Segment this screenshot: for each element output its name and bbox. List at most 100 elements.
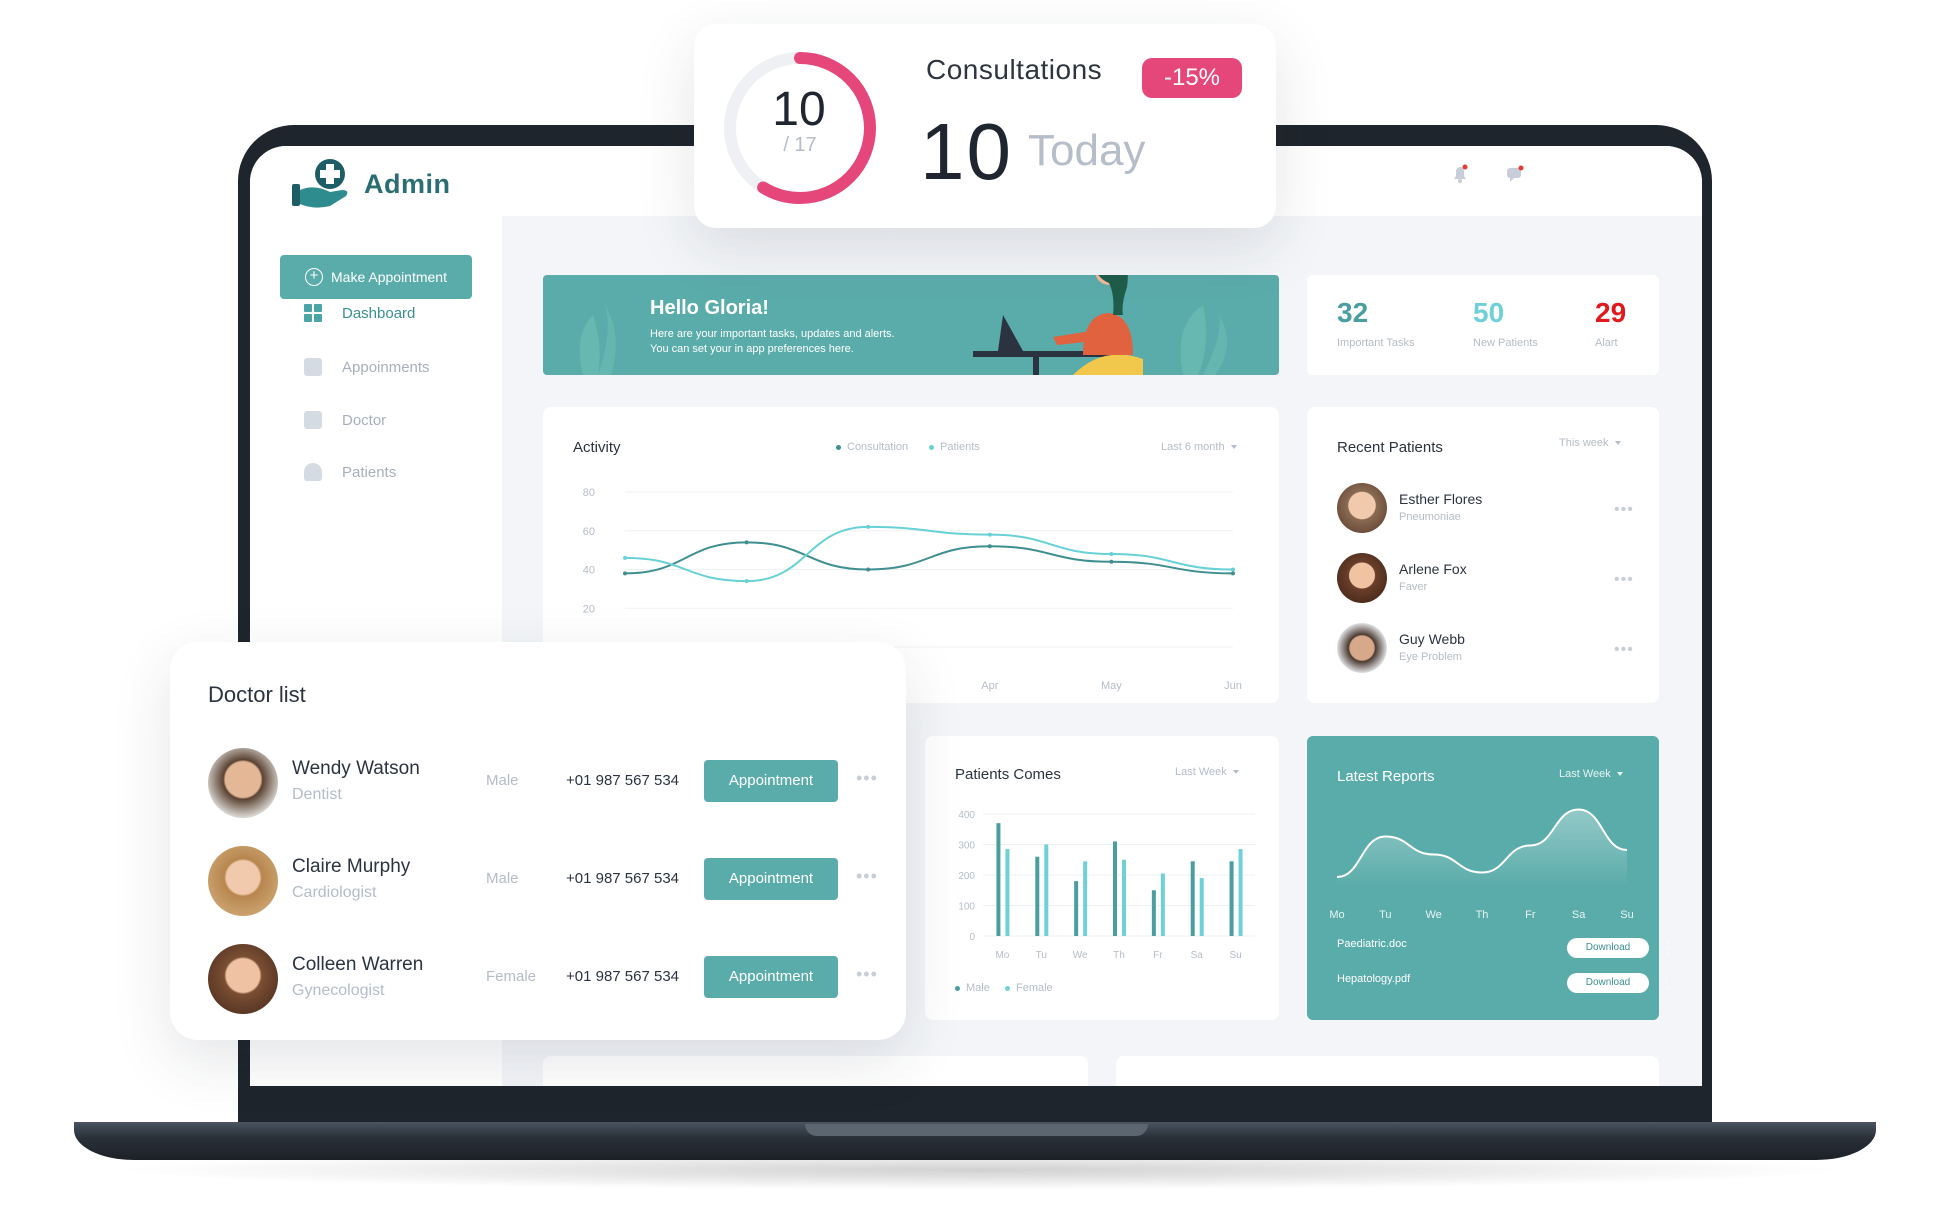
x-tick-label: Fr	[1153, 950, 1163, 961]
bar	[1190, 861, 1195, 936]
bar	[996, 823, 1001, 936]
sidebar-item-label: Dashboard	[342, 304, 416, 322]
today-label: Today	[1028, 126, 1146, 175]
area-fill	[1337, 809, 1627, 886]
bar	[1035, 856, 1040, 936]
welcome-banner: Hello Gloria! Here are your important ta…	[543, 275, 1279, 375]
appointment-button[interactable]: Appointment	[704, 858, 838, 900]
bar	[1122, 859, 1126, 936]
y-tick-label: 80	[583, 487, 595, 499]
legend-female: Female	[1005, 982, 1053, 994]
bar	[1160, 873, 1165, 936]
doctor-name: Wendy Watson	[292, 758, 420, 779]
data-point	[987, 544, 992, 549]
patient-row[interactable]: Arlene Fox Faver •••	[1337, 553, 1637, 609]
recent-patients-title: Recent Patients	[1337, 439, 1443, 456]
more-options-icon[interactable]: •••	[856, 866, 878, 887]
medical-hand-icon	[290, 156, 354, 212]
more-options-icon[interactable]: •••	[856, 964, 878, 985]
recent-patients-period-select[interactable]: This week	[1559, 437, 1621, 449]
sidebar-item-doctor[interactable]: Doctor	[304, 411, 386, 429]
data-point	[1109, 552, 1114, 556]
patient-row[interactable]: Guy Webb Eye Problem •••	[1337, 623, 1637, 679]
legend-male: Male	[955, 982, 990, 994]
x-tick-label: Sa	[1572, 909, 1586, 921]
change-badge: -15%	[1142, 58, 1242, 98]
y-tick-label: 60	[583, 526, 595, 538]
bar	[1151, 890, 1156, 936]
greeting-line-1: Here are your important tasks, updates a…	[650, 328, 895, 340]
bell-icon[interactable]	[1450, 164, 1470, 184]
data-point	[1231, 567, 1235, 572]
ring-value: 10	[772, 83, 826, 136]
sidebar-item-dashboard[interactable]: Dashboard	[304, 304, 415, 322]
doctor-gender: Male	[486, 772, 519, 789]
kebab-menu-icon[interactable]: ⋮	[1660, 973, 1674, 991]
user-icon	[304, 463, 322, 481]
data-point	[866, 524, 871, 529]
avatar	[208, 846, 278, 916]
bar	[1083, 861, 1088, 936]
x-tick-label: Jun	[1224, 680, 1242, 692]
make-appointment-button[interactable]: + Make Appointment	[280, 255, 472, 299]
recent-patients-period-label: This week	[1559, 437, 1609, 449]
download-button[interactable]: Download	[1567, 938, 1649, 958]
bar	[1113, 841, 1117, 936]
today-value: 10	[920, 107, 1013, 196]
stat-important-tasks[interactable]: 32 Important Tasks	[1337, 297, 1414, 349]
data-point	[866, 567, 871, 572]
more-options-icon[interactable]: •••	[1614, 571, 1634, 589]
medical-kit-icon	[304, 411, 322, 429]
more-options-icon[interactable]: •••	[856, 768, 878, 789]
data-point	[623, 555, 627, 560]
app-logo[interactable]: Admin	[290, 156, 451, 212]
doctor-gender: Male	[486, 870, 519, 887]
data-point	[623, 571, 627, 576]
data-point	[744, 540, 749, 545]
stats-card: 32 Important Tasks 50 New Patients 29 Al…	[1307, 275, 1659, 375]
avatar	[208, 748, 278, 818]
sidebar-item-label: Patients	[342, 463, 397, 481]
bar	[1005, 849, 1010, 936]
chat-icon[interactable]	[1505, 164, 1525, 184]
patient-row[interactable]: Esther Flores Pneumoniae •••	[1337, 483, 1637, 539]
more-options-icon[interactable]: •••	[1614, 641, 1634, 659]
data-point	[1109, 559, 1114, 564]
stat-alerts[interactable]: 29 Alart	[1595, 297, 1626, 349]
sidebar-item-patients[interactable]: Patients	[304, 463, 396, 481]
doctor-row: Claire Murphy Cardiologist Male +01 987 …	[208, 846, 888, 916]
x-tick-label: Mo	[995, 950, 1009, 961]
more-options-icon[interactable]: •••	[1614, 501, 1634, 519]
stat-new-patients[interactable]: 50 New Patients	[1473, 297, 1538, 349]
legend-dot	[1005, 985, 1010, 991]
patient-name: Arlene Fox	[1399, 561, 1467, 577]
doctor-specialty: Cardiologist	[292, 884, 377, 901]
y-tick-label: 20	[583, 603, 595, 615]
series-line	[624, 541, 1234, 575]
appointment-button[interactable]: Appointment	[704, 760, 838, 802]
appointment-button[interactable]: Appointment	[704, 956, 838, 998]
avatar	[208, 944, 278, 1014]
avatar	[1337, 483, 1387, 533]
consultations-title: Consultations	[926, 54, 1103, 85]
greeting-title: Hello Gloria!	[650, 297, 769, 319]
sidebar-item-label: Doctor	[342, 411, 387, 429]
download-button[interactable]: Download	[1567, 973, 1649, 993]
x-tick-label: We	[1073, 950, 1088, 961]
y-tick-label: 0	[969, 932, 975, 943]
greeting-line-2: You can set your in app preferences here…	[650, 343, 854, 355]
stat-value: 50	[1473, 297, 1505, 328]
y-tick-label: 300	[958, 841, 975, 852]
avatar	[1337, 553, 1387, 603]
bar	[1199, 878, 1204, 936]
stat-value: 29	[1595, 297, 1627, 328]
bar	[1229, 861, 1234, 936]
doctor-phone: +01 987 567 534	[566, 772, 680, 789]
kebab-menu-icon[interactable]: ⋮	[1660, 938, 1674, 956]
doctor-row: Colleen Warren Gynecologist Female +01 9…	[208, 944, 888, 1014]
sidebar-item-appointments[interactable]: Appoinments	[304, 358, 430, 376]
x-tick-label: Th	[1113, 950, 1125, 961]
doctor-list-card: Doctor list Wendy Watson Dentist Male +0…	[170, 642, 906, 1040]
doctor-gender: Female	[486, 968, 537, 985]
chevron-down-icon	[1614, 441, 1621, 446]
